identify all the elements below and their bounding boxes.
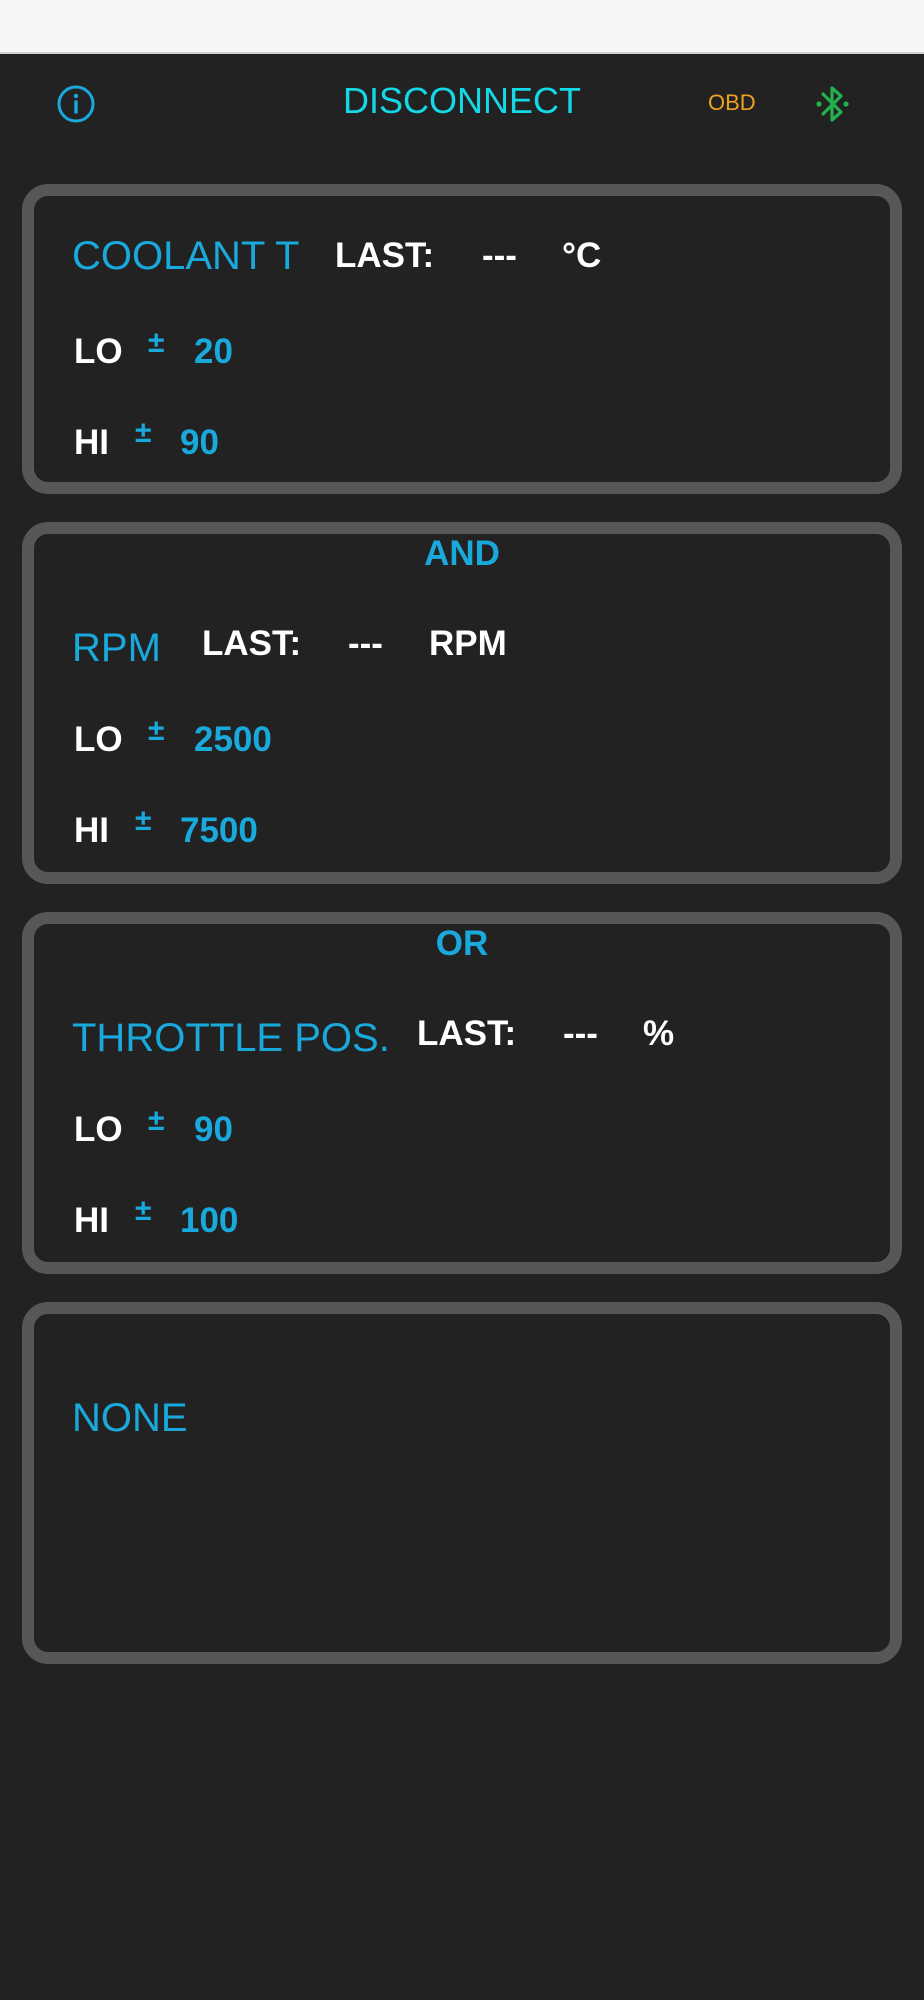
disconnect-container: DISCONNECT	[0, 80, 924, 122]
hi-label: HI	[74, 1201, 109, 1240]
last-label: LAST:	[202, 624, 302, 663]
last-label: LAST:	[417, 1014, 517, 1053]
bluetooth-icon[interactable]	[814, 82, 852, 126]
unit-label: %	[643, 1014, 675, 1053]
disconnect-button[interactable]: DISCONNECT	[343, 80, 581, 121]
lo-label: LO	[74, 1110, 123, 1149]
lo-value[interactable]: 20	[194, 332, 233, 372]
condition-card-none: NONE	[22, 1302, 902, 1664]
unit-label: RPM	[429, 624, 507, 663]
last-value: ---	[563, 1014, 598, 1053]
obd-label: OBD	[708, 90, 756, 115]
sensor-select[interactable]: COOLANT T	[72, 234, 299, 279]
condition-card-rpm: AND RPM LAST: --- RPM LO ± 2500 HI ± 750…	[22, 522, 902, 884]
logic-operator-and[interactable]: AND	[34, 534, 890, 574]
hi-value[interactable]: 100	[180, 1201, 238, 1241]
unit-label: °C	[562, 236, 602, 275]
logic-operator-or[interactable]: OR	[34, 924, 890, 964]
hi-label: HI	[74, 423, 109, 462]
hi-value[interactable]: 90	[180, 423, 219, 463]
status-bar	[0, 0, 924, 54]
lo-plusminus-toggle[interactable]: ±	[148, 1104, 164, 1138]
condition-card-coolant: COOLANT T LAST: --- °C LO ± 20 HI ± 90	[22, 184, 902, 494]
sensor-select[interactable]: RPM	[72, 626, 161, 671]
sensor-select[interactable]: NONE	[72, 1396, 188, 1441]
hi-value[interactable]: 7500	[180, 811, 258, 851]
lo-plusminus-toggle[interactable]: ±	[148, 714, 164, 748]
info-icon[interactable]	[56, 84, 96, 124]
sensor-select[interactable]: THROTTLE POS.	[72, 1016, 390, 1061]
hi-plusminus-toggle[interactable]: ±	[135, 416, 151, 450]
lo-label: LO	[74, 332, 123, 371]
last-label: LAST:	[335, 236, 435, 275]
hi-plusminus-toggle[interactable]: ±	[135, 1194, 151, 1228]
lo-value[interactable]: 90	[194, 1110, 233, 1150]
last-value: ---	[348, 624, 383, 663]
hi-plusminus-toggle[interactable]: ±	[135, 804, 151, 838]
lo-value[interactable]: 2500	[194, 720, 272, 760]
hi-label: HI	[74, 811, 109, 850]
lo-label: LO	[74, 720, 123, 759]
top-bar: DISCONNECT OBD	[0, 54, 924, 150]
lo-plusminus-toggle[interactable]: ±	[148, 326, 164, 360]
condition-card-throttle: OR THROTTLE POS. LAST: --- % LO ± 90 HI …	[22, 912, 902, 1274]
last-value: ---	[482, 236, 517, 275]
